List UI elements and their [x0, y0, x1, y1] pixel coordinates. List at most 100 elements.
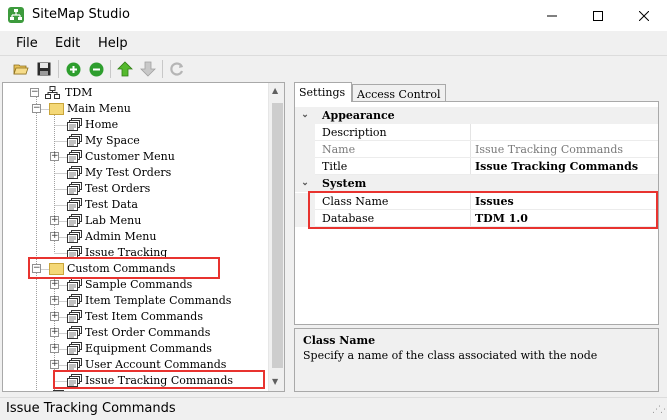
sitemap-root-icon — [45, 86, 60, 99]
property-grid: ⌄ Appearance Description Name Issue Trac… — [294, 101, 659, 325]
property-name: Name — [322, 143, 356, 156]
category-label: System — [322, 177, 367, 190]
highlight-system-properties — [308, 191, 658, 229]
refresh-button[interactable] — [167, 59, 187, 79]
grid-gutter — [295, 141, 315, 158]
expand-icon[interactable]: + — [50, 328, 59, 337]
collapse-icon[interactable]: − — [30, 88, 39, 97]
maximize-button[interactable] — [575, 0, 621, 31]
properties-panel: Settings Access Control ⌄ Appearance Des… — [294, 82, 664, 392]
expand-icon[interactable]: + — [50, 280, 59, 289]
sitemap-tree[interactable]: − TDM − Main Menu Home My Space + Customer Me… — [2, 82, 285, 392]
expand-icon[interactable]: + — [50, 216, 59, 225]
expand-icon[interactable]: + — [50, 360, 59, 369]
tree-item-label: Sample Commands — [85, 278, 193, 291]
status-bar: Issue Tracking Commands ⋰⋰ — [0, 397, 667, 420]
tree-item-label: Test Item Commands — [85, 310, 203, 323]
add-button[interactable] — [63, 59, 83, 79]
category-appearance[interactable]: ⌄ Appearance — [295, 107, 658, 124]
minimize-icon — [547, 15, 557, 16]
page-stack-icon — [67, 214, 82, 227]
page-stack-icon — [67, 326, 82, 339]
description-title: Class Name — [303, 334, 376, 347]
property-name: Title — [322, 160, 348, 173]
page-stack-icon — [67, 342, 82, 355]
tab-settings[interactable]: Settings — [294, 82, 352, 102]
menu-help[interactable]: Help — [98, 36, 128, 51]
page-stack-icon — [67, 230, 82, 243]
page-stack-icon — [67, 150, 82, 163]
property-row-description[interactable]: Description — [295, 124, 658, 141]
category-system[interactable]: ⌄ System — [295, 175, 658, 192]
description-panel: Class Name Specify a name of the class a… — [294, 328, 659, 392]
grid-gutter — [295, 158, 315, 175]
highlight-issue-tracking-commands — [53, 370, 265, 389]
open-button[interactable] — [11, 59, 31, 79]
tab-access-control[interactable]: Access Control — [352, 84, 446, 102]
page-stack-icon — [67, 294, 82, 307]
remove-button[interactable] — [86, 59, 106, 79]
remove-icon — [89, 62, 103, 76]
tree-item-label: Admin Menu — [85, 230, 157, 243]
tree-item-label: SYSTEM — [67, 389, 116, 391]
menu-edit[interactable]: Edit — [55, 36, 80, 51]
sitemap-app-icon — [8, 7, 24, 23]
move-down-button[interactable] — [138, 59, 158, 79]
expand-icon[interactable]: + — [50, 312, 59, 321]
expand-icon[interactable]: + — [50, 232, 59, 241]
property-value: Issue Tracking Commands — [475, 143, 624, 156]
refresh-icon — [170, 62, 184, 76]
save-button[interactable] — [34, 59, 54, 79]
category-label: Appearance — [322, 109, 395, 122]
toolbar-separator — [162, 60, 163, 78]
close-button[interactable] — [621, 0, 667, 31]
close-icon — [639, 10, 649, 21]
page-stack-icon — [67, 134, 82, 147]
page-stack-icon — [67, 310, 82, 323]
expand-icon[interactable]: + — [50, 344, 59, 353]
tree-item-label: Test Order Commands — [85, 326, 211, 339]
move-up-icon — [117, 61, 133, 77]
property-row-name[interactable]: Name Issue Tracking Commands — [295, 141, 658, 158]
highlight-custom-commands — [28, 257, 220, 279]
collapse-icon[interactable]: ⌄ — [295, 175, 315, 192]
property-row-title[interactable]: Title Issue Tracking Commands — [295, 158, 658, 175]
collapse-icon[interactable]: − — [32, 104, 41, 113]
tree-item-label: Equipment Commands — [85, 342, 212, 355]
page-stack-icon — [53, 390, 64, 391]
menu-file[interactable]: File — [16, 36, 38, 51]
save-icon — [37, 62, 51, 76]
move-down-icon — [140, 61, 156, 77]
tree-item-label: Test Orders — [85, 182, 151, 195]
tree-item-label: Item Template Commands — [85, 294, 232, 307]
tree-item-label: TDM — [65, 86, 93, 99]
column-divider — [470, 158, 471, 175]
menu-bar: File Edit Help — [0, 31, 667, 55]
window-title: SiteMap Studio — [32, 7, 130, 22]
tree-vertical-scrollbar[interactable]: ▲ ▼ — [268, 83, 284, 391]
tree-item-label: My Space — [85, 134, 140, 147]
tree-item-label: Home — [85, 118, 119, 131]
open-folder-icon — [13, 64, 29, 75]
collapse-icon[interactable]: ⌄ — [295, 107, 315, 124]
expand-icon[interactable]: + — [50, 296, 59, 305]
page-stack-icon — [67, 278, 82, 291]
property-name: Description — [322, 126, 387, 139]
page-stack-icon — [67, 198, 82, 211]
description-text: Specify a name of the class associated w… — [303, 349, 598, 362]
expand-icon[interactable]: + — [50, 152, 59, 161]
resize-grip-icon[interactable]: ⋰⋰ — [652, 405, 667, 415]
move-up-button[interactable] — [115, 59, 135, 79]
tree-item-label: My Test Orders — [85, 166, 172, 179]
add-icon — [66, 62, 80, 76]
toolbar-separator — [58, 60, 59, 78]
tree-item-label: Main Menu — [67, 102, 131, 115]
scroll-down-icon[interactable]: ▼ — [272, 377, 278, 386]
status-text: Issue Tracking Commands — [6, 401, 176, 416]
scrollbar-thumb[interactable] — [272, 103, 283, 368]
page-stack-icon — [67, 182, 82, 195]
property-value[interactable]: Issue Tracking Commands — [475, 158, 638, 175]
scroll-up-icon[interactable]: ▲ — [272, 86, 278, 95]
tree-item-label: Test Data — [85, 198, 138, 211]
minimize-button[interactable] — [529, 0, 575, 31]
